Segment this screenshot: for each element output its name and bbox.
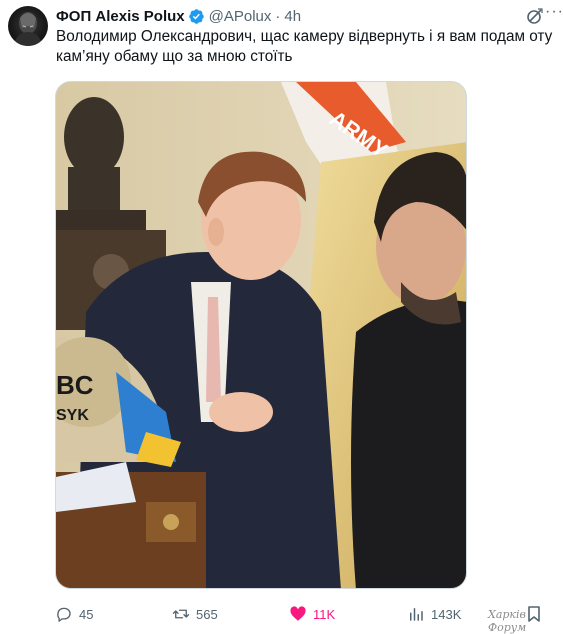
verified-badge-icon [188,8,205,25]
author-handle[interactable]: @APolux [209,8,272,25]
views-button[interactable]: 143K [407,602,461,626]
tweet-header: ФОП Alexis Polux @APolux · 4h [56,6,301,26]
action-bar: 45 565 11K 143K [0,602,563,626]
dark-avatar-icon [14,12,42,46]
belt-text-2: SYK [56,407,89,424]
timestamp[interactable]: 4h [284,8,301,25]
repost-button[interactable]: 565 [172,602,218,626]
avatar[interactable] [8,6,48,46]
photo-scene: ARMY BC SYK [56,82,466,588]
tweet: ФОП Alexis Polux @APolux · 4h ··· Володи… [0,0,563,634]
views-count: 143K [431,606,462,622]
reply-button[interactable]: 45 [55,602,93,626]
belt-text-1: BC [56,370,94,400]
reply-count: 45 [79,606,94,622]
like-count: 11K [313,606,336,622]
tweet-text: Володимир Олександрович, щас камеру відв… [56,28,553,65]
views-chart-icon [410,608,423,621]
separator-dot: · [275,7,281,25]
tweet-photo[interactable]: ARMY BC SYK [55,81,467,589]
repost-count: 565 [196,606,218,622]
more-options-icon[interactable]: ··· [545,3,563,25]
author-name[interactable]: ФОП Alexis Polux [56,8,185,25]
bookmark-icon[interactable] [526,605,542,623]
grok-icon[interactable] [525,6,545,26]
like-button[interactable]: 11K [289,602,335,626]
heart-icon [290,606,306,621]
repost-icon [172,609,190,619]
reply-icon [57,607,71,622]
